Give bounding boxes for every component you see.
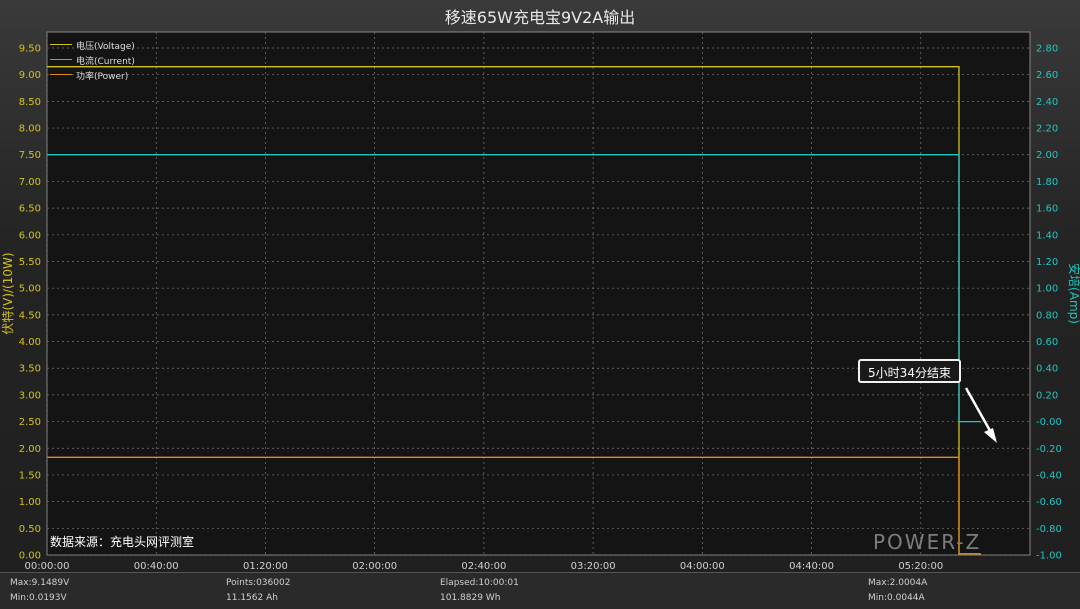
legend-label-voltage: 电压(Voltage) bbox=[76, 42, 135, 52]
y-left-tick-label: 5.50 bbox=[19, 257, 41, 268]
y-left-tick-label: 7.00 bbox=[19, 177, 41, 188]
y-right-tick-label: -0.40 bbox=[1036, 470, 1062, 481]
y-right-tick-label: 2.80 bbox=[1036, 44, 1058, 55]
chart-canvas: 0.00 0.50 1.00 1.50 2.00 2.50 3.00 3.50 4.00 4.50… bbox=[0, 31, 1080, 572]
x-tick-label: 04:40:00 bbox=[789, 561, 834, 572]
plot-area bbox=[46, 31, 1031, 556]
x-tick-label: 02:40:00 bbox=[461, 561, 506, 572]
x-tick-label: 01:20:00 bbox=[243, 561, 288, 572]
y-left-tick-label: 5.00 bbox=[19, 284, 41, 295]
legend-item-current: 电流(Current) bbox=[50, 54, 135, 69]
chart-legend: 电压(Voltage) 电流(Current) 功率(Power) bbox=[50, 39, 135, 84]
y-left-tick-label: 8.50 bbox=[19, 97, 41, 108]
stat-energy-wh: 101.8829 Wh bbox=[440, 593, 501, 603]
legend-item-power: 功率(Power) bbox=[50, 69, 135, 84]
x-tick-label: 00:00:00 bbox=[25, 561, 70, 572]
y-right-tick-label: 1.80 bbox=[1036, 177, 1058, 188]
y-right-tick-label: 2.00 bbox=[1036, 150, 1058, 161]
stat-max-voltage: Max:9.1489V bbox=[10, 578, 70, 588]
y-right-tick-label: -0.20 bbox=[1036, 444, 1062, 455]
y-left-tick-label: 1.50 bbox=[19, 470, 41, 481]
y-right-tick-label: 0.80 bbox=[1036, 310, 1058, 321]
y-left-tick-label: 0.00 bbox=[19, 551, 41, 562]
x-tick-label: 00:40:00 bbox=[134, 561, 179, 572]
y-left-axis-label: 伏特(V)/(10W) bbox=[0, 252, 15, 334]
power-z-watermark: POWER-Z bbox=[873, 530, 982, 554]
stat-elapsed: Elapsed:10:00:01 bbox=[440, 578, 519, 588]
y-right-tick-label: 0.60 bbox=[1036, 337, 1058, 348]
stat-min-current: Min:0.0044A bbox=[868, 593, 925, 603]
y-right-tick-label: 0.40 bbox=[1036, 364, 1058, 375]
y-right-axis-label: 安培(Amp) bbox=[1067, 263, 1080, 324]
y-right-tick-label: 1.40 bbox=[1036, 230, 1058, 241]
legend-label-current: 电流(Current) bbox=[76, 57, 135, 67]
x-tick-label: 05:20:00 bbox=[898, 561, 943, 572]
y-left-tick-label: 7.50 bbox=[19, 150, 41, 161]
y-left-tick-label: 8.00 bbox=[19, 124, 41, 135]
y-left-tick-label: 2.50 bbox=[19, 417, 41, 428]
stats-bar: Max:9.1489V Min:0.0193V Points:036002 11… bbox=[0, 572, 1080, 609]
y-left-tick-label: 9.50 bbox=[19, 44, 41, 55]
stat-max-current: Max:2.0004A bbox=[868, 578, 928, 588]
y-right-tick-label: -0.80 bbox=[1036, 524, 1062, 535]
y-right-tick-label: 0.20 bbox=[1036, 390, 1058, 401]
y-right-tick-label: 1.00 bbox=[1036, 284, 1058, 295]
legend-item-voltage: 电压(Voltage) bbox=[50, 39, 135, 54]
y-left-tick-label: 6.50 bbox=[19, 204, 41, 215]
y-right-tick-label: -0.00 bbox=[1036, 417, 1062, 428]
data-source-note: 数据来源：充电头网评测室 bbox=[50, 535, 195, 549]
y-left-tick-label: 2.00 bbox=[19, 444, 41, 455]
y-left-tick-label: 1.00 bbox=[19, 497, 41, 508]
stat-capacity-ah: 11.1562 Ah bbox=[226, 593, 278, 603]
x-tick-label: 02:00:00 bbox=[352, 561, 397, 572]
y-right-tick-label: 1.20 bbox=[1036, 257, 1058, 268]
chart-title: 移速65W充电宝9V2A输出 bbox=[444, 8, 636, 27]
y-left-tick-label: 9.00 bbox=[19, 70, 41, 81]
chart-window: 0.00 0.50 1.00 1.50 2.00 2.50 3.00 3.50 4.00 4.50… bbox=[0, 0, 1080, 609]
y-right-tick-label: 2.20 bbox=[1036, 124, 1058, 135]
y-left-tick-label: 0.50 bbox=[19, 524, 41, 535]
y-left-tick-label: 6.00 bbox=[19, 230, 41, 241]
stat-min-voltage: Min:0.0193V bbox=[10, 593, 67, 603]
y-left-tick-label: 4.00 bbox=[19, 337, 41, 348]
legend-label-power: 功率(Power) bbox=[76, 72, 129, 82]
y-left-tick-label: 4.50 bbox=[19, 310, 41, 321]
stat-points: Points:036002 bbox=[226, 578, 291, 588]
end-time-annotation: 5小时34分结束 bbox=[858, 359, 961, 383]
y-right-tick-label: 1.60 bbox=[1036, 204, 1058, 215]
y-left-tick-label: 3.00 bbox=[19, 390, 41, 401]
y-right-tick-label: -0.60 bbox=[1036, 497, 1062, 508]
y-right-tick-label: 2.40 bbox=[1036, 97, 1058, 108]
x-tick-label: 03:20:00 bbox=[571, 561, 616, 572]
y-right-tick-label: 2.60 bbox=[1036, 70, 1058, 81]
x-tick-label: 04:00:00 bbox=[680, 561, 725, 572]
y-right-tick-label: -1.00 bbox=[1036, 551, 1062, 562]
y-left-tick-label: 3.50 bbox=[19, 364, 41, 375]
